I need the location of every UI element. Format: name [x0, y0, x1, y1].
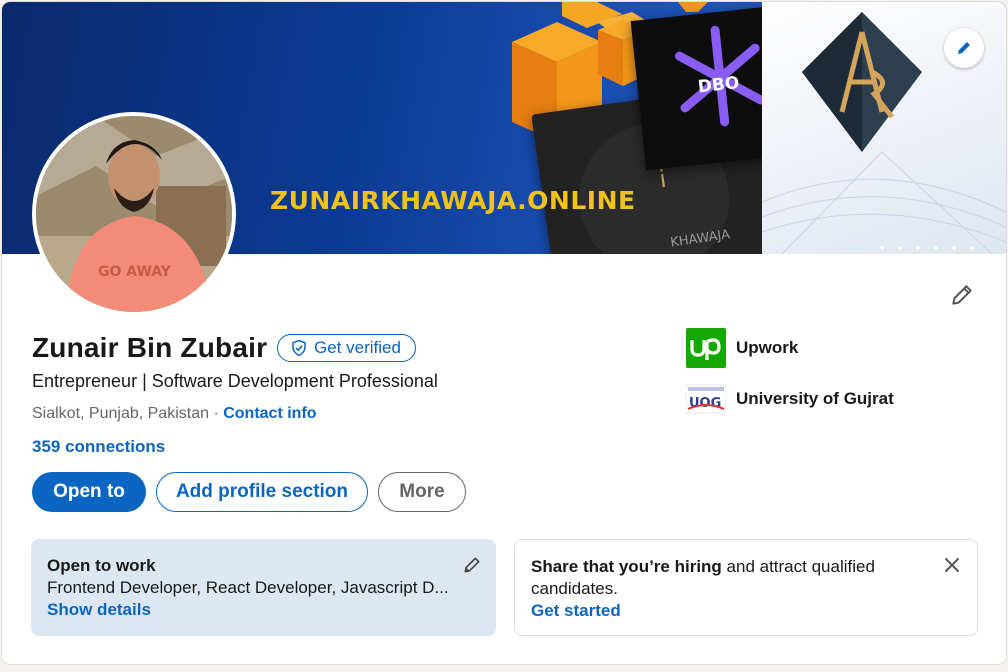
open-to-button[interactable]: Open to: [32, 472, 146, 512]
open-to-work-title: Open to work: [47, 556, 156, 575]
svg-text:UOG: UOG: [689, 396, 721, 411]
shield-check-icon: [292, 339, 306, 357]
org-name: Upwork: [736, 338, 799, 357]
profile-location: Sialkot, Punjab, Pakistan: [32, 405, 209, 422]
dismiss-button[interactable]: [943, 556, 961, 580]
profile-photo[interactable]: GO AWAY: [32, 112, 236, 316]
profile-location-row: Sialkot, Punjab, Pakistan · Contact info: [32, 405, 317, 423]
upwork-logo: [686, 328, 726, 368]
contact-info-link[interactable]: Contact info: [223, 405, 316, 422]
share-hiring-card[interactable]: Share that you’re hiring and attract qua…: [514, 539, 978, 636]
profile-headline: Entrepreneur | Software Development Prof…: [32, 371, 438, 391]
add-profile-section-button[interactable]: Add profile section: [156, 472, 368, 512]
pencil-icon: [464, 557, 480, 573]
edit-open-to-work-button[interactable]: [462, 555, 482, 581]
hiring-title: Share that you’re hiring: [531, 557, 722, 576]
uog-logo: UOG: [686, 379, 726, 419]
profile-card: ⅰ KHAWAJA DBO ZUNAIRKHAWAJA.ONLINE GO AW…: [2, 2, 1006, 664]
edit-intro-button[interactable]: [947, 280, 977, 310]
org-name: University of Gujrat: [736, 389, 894, 408]
get-verified-button[interactable]: Get verified: [277, 334, 416, 362]
location-separator: ·: [209, 405, 224, 422]
open-to-work-card[interactable]: Open to work Frontend Developer, React D…: [31, 539, 496, 636]
org-upwork[interactable]: Upwork: [686, 328, 798, 368]
close-icon: [945, 558, 959, 572]
get-started-link[interactable]: Get started: [531, 600, 961, 622]
cube-graphic: [678, 2, 708, 12]
show-details-link[interactable]: Show details: [47, 599, 480, 621]
shirt-text: GO AWAY: [98, 264, 172, 280]
open-to-work-roles: Frontend Developer, React Developer, Jav…: [47, 578, 449, 597]
org-university-of-gujrat[interactable]: UOG University of Gujrat: [686, 379, 894, 419]
more-button[interactable]: More: [378, 472, 466, 512]
banner-website-text: ZUNAIRKHAWAJA.ONLINE: [270, 186, 636, 215]
profile-name: Zunair Bin Zubair: [32, 332, 268, 363]
dbo-text: DBO: [697, 73, 740, 97]
pencil-icon: [952, 285, 972, 305]
edit-banner-button[interactable]: [944, 28, 984, 68]
connections-link[interactable]: 359 connections: [32, 437, 165, 457]
hiring-text: Share that you’re hiring and attract qua…: [531, 556, 901, 600]
get-verified-label: Get verified: [314, 338, 401, 357]
pencil-icon: [958, 42, 970, 54]
